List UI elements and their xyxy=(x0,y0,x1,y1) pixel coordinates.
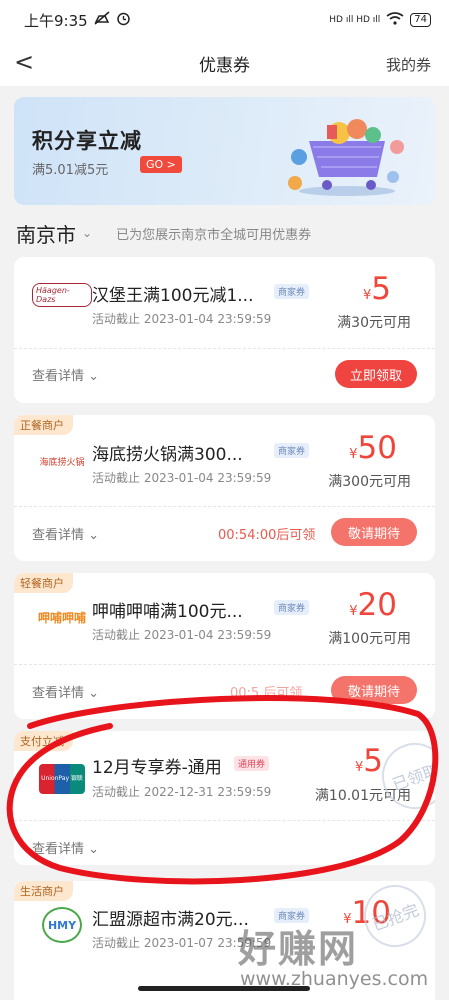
coupon-card: 轻餐商户 呷哺呷哺 呷哺呷哺满100元... 商家券 活动截止 2023-01-… xyxy=(14,573,435,719)
merchant-tag: 正餐商户 xyxy=(14,415,73,435)
wifi-icon xyxy=(386,12,404,28)
coupon-amount: ¥5 xyxy=(354,743,383,779)
content: 积分享立减 满5.01减5元 GO > 南京市 ⌄ 已为您展示南京市全城可用优惠… xyxy=(0,86,449,1000)
coupon-title: 呷哺呷哺满100元... xyxy=(92,602,243,622)
coupon-card: Häagen-Dazs 汉堡王满100元减1... 商家券 活动截止 2023-… xyxy=(14,257,435,403)
signal-icon: HD ıll HD ıll xyxy=(329,15,381,25)
view-details-link[interactable]: 查看详情 ⌄ xyxy=(32,524,99,543)
nav-bar: < 优惠券 我的券 xyxy=(0,40,449,86)
page-title: 优惠券 xyxy=(199,55,250,76)
promo-banner[interactable]: 积分享立减 满5.01减5元 GO > xyxy=(14,97,435,205)
coupon-condition: 满30元可用 xyxy=(337,315,411,331)
divider xyxy=(14,348,435,349)
sold-out-stamp: 已抢完 xyxy=(355,881,435,956)
coupon-card: 正餐商户 海底捞火锅 海底捞火锅满300... 商家券 活动截止 2023-01… xyxy=(14,415,435,561)
clock: 上午9:35 xyxy=(24,11,88,30)
coupon-title: 汉堡王满100元减1... xyxy=(92,286,254,306)
divider xyxy=(14,820,435,821)
countdown-text: 00:54:00后可领 xyxy=(218,528,316,543)
battery-icon: 74 xyxy=(410,13,431,27)
coupon-condition: 满100元可用 xyxy=(328,631,411,647)
mute-icon xyxy=(94,11,110,29)
banner-go-button[interactable]: GO > xyxy=(140,156,182,173)
claim-button[interactable]: 立即领取 xyxy=(335,360,417,388)
coupon-type-badge: 商家券 xyxy=(274,284,310,299)
unionpay-logo: UnionPay 银联 xyxy=(32,759,92,799)
status-bar: 上午9:35 HD ıll HD ıll 74 xyxy=(0,0,449,40)
coupon-title: 海底捞火锅满300... xyxy=(92,445,243,465)
brand-logo: Häagen-Dazs xyxy=(32,275,92,315)
coupon-deadline: 活动截止 2022-12-31 23:59:59 xyxy=(92,785,272,799)
alarm-icon xyxy=(116,11,131,30)
coming-soon-button[interactable]: 敬请期待 xyxy=(331,518,417,546)
city-selector[interactable]: 南京市 ⌄ 已为您展示南京市全城可用优惠券 xyxy=(16,218,436,248)
countdown-text: 00:5 后可领 xyxy=(230,686,303,701)
view-details-link[interactable]: 查看详情 ⌄ xyxy=(32,838,99,857)
coupon-condition: 满300元可用 xyxy=(328,474,411,490)
divider xyxy=(14,506,435,507)
view-details-link[interactable]: 查看详情 ⌄ xyxy=(32,682,99,701)
coupon-title: 汇盟源超市满20元... xyxy=(92,910,249,930)
coupon-type-badge: 通用券 xyxy=(234,756,270,771)
city-note: 已为您展示南京市全城可用优惠券 xyxy=(116,227,312,243)
banner-subtitle: 满5.01减5元 xyxy=(32,163,109,178)
city-name[interactable]: 南京市 xyxy=(16,219,76,248)
shopping-cart-icon xyxy=(288,119,404,196)
coupon-amount: ¥5 xyxy=(362,271,391,307)
home-indicator[interactable] xyxy=(138,986,310,991)
brand-logo: HMY xyxy=(32,905,92,945)
brand-logo: 海底捞火锅 xyxy=(39,457,85,468)
coupon-deadline: 活动截止 2023-01-04 23:59:59 xyxy=(92,312,272,326)
coupon-type-badge: 商家券 xyxy=(274,443,310,458)
my-coupons-link[interactable]: 我的券 xyxy=(386,54,431,75)
coupon-card: 支付立减 UnionPay 银联 12月专享券-通用 通用券 活动截止 2022… xyxy=(14,731,435,865)
coupon-title: 12月专享券-通用 xyxy=(92,758,222,778)
chevron-down-icon[interactable]: ⌄ xyxy=(82,226,92,240)
brand-logo: 呷哺呷哺 xyxy=(37,610,86,625)
watermark-logo: 好赚网 xyxy=(238,927,359,971)
banner-title: 积分享立减 xyxy=(32,129,142,153)
coupon-amount: ¥20 xyxy=(349,587,397,623)
back-icon[interactable]: < xyxy=(14,48,34,76)
coupon-type-badge: 商家券 xyxy=(274,600,310,615)
merchant-tag: 轻餐商户 xyxy=(14,573,73,593)
divider xyxy=(14,664,435,665)
merchant-tag: 生活商户 xyxy=(14,881,73,901)
coming-soon-button[interactable]: 敬请期待 xyxy=(331,676,417,704)
coupon-deadline: 活动截止 2023-01-04 23:59:59 xyxy=(92,628,272,642)
coupon-deadline: 活动截止 2023-01-04 23:59:59 xyxy=(92,471,272,485)
coupon-amount: ¥50 xyxy=(349,430,397,466)
view-details-link[interactable]: 查看详情 ⌄ xyxy=(32,365,99,384)
payment-tag: 支付立减 xyxy=(14,731,73,751)
